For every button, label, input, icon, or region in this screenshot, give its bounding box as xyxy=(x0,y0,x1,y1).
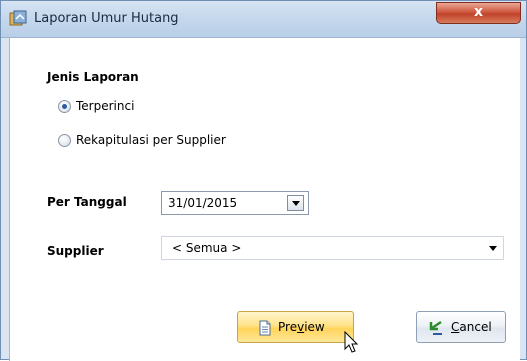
title-bar[interactable]: Laporan Umur Hutang x xyxy=(1,1,526,38)
chevron-down-icon xyxy=(292,201,300,206)
document-icon xyxy=(259,320,271,336)
close-icon: x xyxy=(473,4,484,20)
cancel-button-label: Cancel xyxy=(451,320,492,334)
date-value: 31/01/2015 xyxy=(168,196,238,210)
chevron-down-icon xyxy=(489,246,497,251)
undo-arrow-icon xyxy=(429,320,442,335)
dialog-body: Jenis Laporan Terperinci Rekapitulasi pe… xyxy=(9,38,520,361)
date-dropdown-button[interactable] xyxy=(287,195,304,211)
supplier-select[interactable]: < Semua > xyxy=(161,236,504,260)
mouse-pointer-icon xyxy=(344,331,359,353)
supplier-label: Supplier xyxy=(47,244,104,258)
app-icon xyxy=(9,10,27,26)
window-title: Laporan Umur Hutang xyxy=(34,11,179,26)
preview-button[interactable]: Preview xyxy=(237,311,354,343)
close-button[interactable]: x xyxy=(436,2,521,24)
jenis-laporan-heading: Jenis Laporan xyxy=(47,70,139,84)
radio-button-unchecked[interactable] xyxy=(58,134,71,147)
radio-label-rekapitulasi: Rekapitulasi per Supplier xyxy=(76,133,226,147)
supplier-value: < Semua > xyxy=(172,241,242,255)
per-tanggal-date-field[interactable]: 31/01/2015 xyxy=(161,191,309,215)
dialog-window: Laporan Umur Hutang x Jenis Laporan Terp… xyxy=(0,0,527,361)
radio-label-terperinci: Terperinci xyxy=(76,99,135,113)
per-tanggal-label: Per Tanggal xyxy=(47,195,127,209)
radio-button-checked[interactable] xyxy=(58,100,71,113)
preview-button-label: Preview xyxy=(278,320,325,334)
cancel-button[interactable]: Cancel xyxy=(416,311,506,343)
